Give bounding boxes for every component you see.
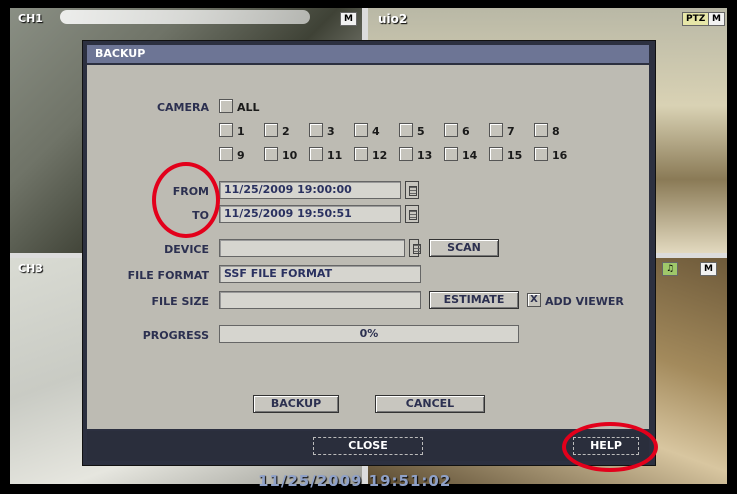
- channel-checkbox[interactable]: [534, 123, 548, 137]
- channel-label: 14: [462, 149, 478, 162]
- channel-label: 13: [417, 149, 433, 162]
- camera-name-ch2: uio2: [378, 12, 408, 26]
- record-mode-badge: M: [340, 12, 357, 26]
- from-datetime-field[interactable]: 11/25/2009 19:00:00: [219, 181, 401, 199]
- channel-label: 7: [507, 125, 515, 138]
- channel-label: 6: [462, 125, 470, 138]
- annotation-circle-from-to: [152, 162, 220, 238]
- file-size-field: [219, 291, 421, 309]
- add-viewer-checkbox[interactable]: X: [527, 293, 541, 307]
- channel-label: 9: [237, 149, 245, 162]
- checkbox-all[interactable]: [219, 99, 233, 113]
- record-mode-badge-ch2: M: [708, 12, 725, 26]
- channel-checkbox[interactable]: [534, 147, 548, 161]
- scan-button[interactable]: SCAN: [429, 239, 499, 257]
- channel-checkbox[interactable]: [309, 123, 323, 137]
- record-mode-badge-ch4: M: [700, 262, 717, 276]
- dialog-title: BACKUP: [87, 45, 649, 63]
- channel-label: 11: [327, 149, 343, 162]
- camera-title-blurred: [60, 10, 310, 24]
- backup-button[interactable]: BACKUP: [253, 395, 339, 413]
- channel-checkbox[interactable]: [219, 147, 233, 161]
- channel-label: 10: [282, 149, 298, 162]
- channel-label: 15: [507, 149, 523, 162]
- cancel-button[interactable]: CANCEL: [375, 395, 485, 413]
- calendar-icon[interactable]: [405, 181, 419, 199]
- channel-checkbox[interactable]: [264, 147, 278, 161]
- checkbox-all-label: ALL: [237, 101, 260, 114]
- camera-label-ch3: CH3: [18, 262, 43, 275]
- file-size-label: FILE SIZE: [151, 295, 209, 308]
- channel-checkbox[interactable]: [354, 147, 368, 161]
- channel-checkbox[interactable]: [489, 147, 503, 161]
- device-label: DEVICE: [164, 243, 209, 256]
- channel-label: 12: [372, 149, 388, 162]
- timestamp-overlay: 11/25/2009 19:51:02: [258, 472, 452, 490]
- channel-checkbox[interactable]: [264, 123, 278, 137]
- ptz-badge: PTZ: [682, 12, 710, 26]
- to-datetime-field[interactable]: 11/25/2009 19:50:51: [219, 205, 401, 223]
- progress-bar: 0%: [219, 325, 519, 343]
- channel-checkbox[interactable]: [399, 123, 413, 137]
- add-viewer-label: ADD VIEWER: [545, 295, 624, 308]
- channel-label: 2: [282, 125, 290, 138]
- channel-checkbox[interactable]: [444, 123, 458, 137]
- channel-checkbox[interactable]: [309, 147, 323, 161]
- file-format-label: FILE FORMAT: [127, 269, 209, 282]
- calendar-icon[interactable]: [405, 205, 419, 223]
- close-button[interactable]: CLOSE: [313, 437, 423, 455]
- channel-label: 16: [552, 149, 568, 162]
- channel-checkbox[interactable]: [444, 147, 458, 161]
- progress-label: PROGRESS: [142, 329, 209, 342]
- channel-label: 8: [552, 125, 560, 138]
- camera-label-ch1: CH1: [18, 12, 43, 25]
- file-format-field[interactable]: SSF FILE FORMAT: [219, 265, 421, 283]
- camera-label: CAMERA: [156, 101, 209, 114]
- channel-checkbox[interactable]: [219, 123, 233, 137]
- estimate-button[interactable]: ESTIMATE: [429, 291, 519, 309]
- channel-label: 1: [237, 125, 245, 138]
- channel-label: 3: [327, 125, 335, 138]
- dialog-body: CAMERA ALL 12345678 9 10 11 12 13 14 15 16 FROM…: [87, 65, 649, 429]
- device-dropdown-icon[interactable]: [409, 239, 421, 257]
- channel-label: 5: [417, 125, 425, 138]
- channel-checkbox[interactable]: [399, 147, 413, 161]
- audio-icon: ♫: [662, 262, 679, 276]
- device-select[interactable]: [219, 239, 405, 257]
- channel-checkbox[interactable]: [489, 123, 503, 137]
- channel-checkbox[interactable]: [354, 123, 368, 137]
- backup-dialog: BACKUP CAMERA ALL 12345678 9 10 11 12 13 14 15…: [82, 40, 656, 466]
- channel-label: 4: [372, 125, 380, 138]
- annotation-circle-help: [562, 422, 658, 472]
